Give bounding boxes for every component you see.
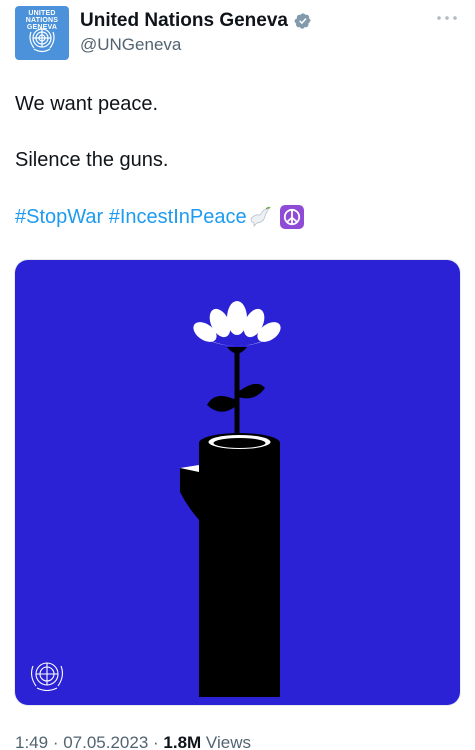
tweet-card: UNITED NATIONS GENEVA United Nations Gen… <box>0 0 475 750</box>
peace-symbol-emoji <box>279 205 304 229</box>
meta-separator: · <box>48 733 64 750</box>
hashtag-link-stopwar[interactable]: #StopWar <box>15 205 103 229</box>
tweet-meta: 1:49 · 07.05.2023 · 1.8M Views <box>15 732 251 750</box>
more-options-icon[interactable] <box>436 13 458 23</box>
tweet-text-line-1: We want peace. <box>15 93 159 115</box>
verified-badge-icon[interactable] <box>294 12 312 30</box>
meta-separator: · <box>148 733 164 750</box>
tweet-text-line-2: Silence the guns. <box>15 149 169 171</box>
name-row: United Nations Geneva <box>80 10 312 32</box>
hashtag-link-incestinpeace[interactable]: #IncestInPeace <box>109 205 247 229</box>
tweet-time[interactable]: 1:49 <box>15 733 48 750</box>
account-handle[interactable]: @UNGeneva <box>80 35 181 55</box>
views-count[interactable]: 1.8M <box>163 733 201 750</box>
dove-emoji <box>250 206 271 227</box>
display-name[interactable]: United Nations Geneva <box>80 10 288 32</box>
un-emblem-icon <box>29 28 55 53</box>
tweet-media-image[interactable] <box>14 259 461 706</box>
media-illustration <box>15 260 460 705</box>
avatar[interactable]: UNITED NATIONS GENEVA <box>15 6 69 60</box>
tweet-date[interactable]: 07.05.2023 <box>63 733 148 750</box>
views-label: Views <box>201 733 251 750</box>
tweet-hashtag-line: #StopWar #IncestInPeace <box>15 205 304 229</box>
